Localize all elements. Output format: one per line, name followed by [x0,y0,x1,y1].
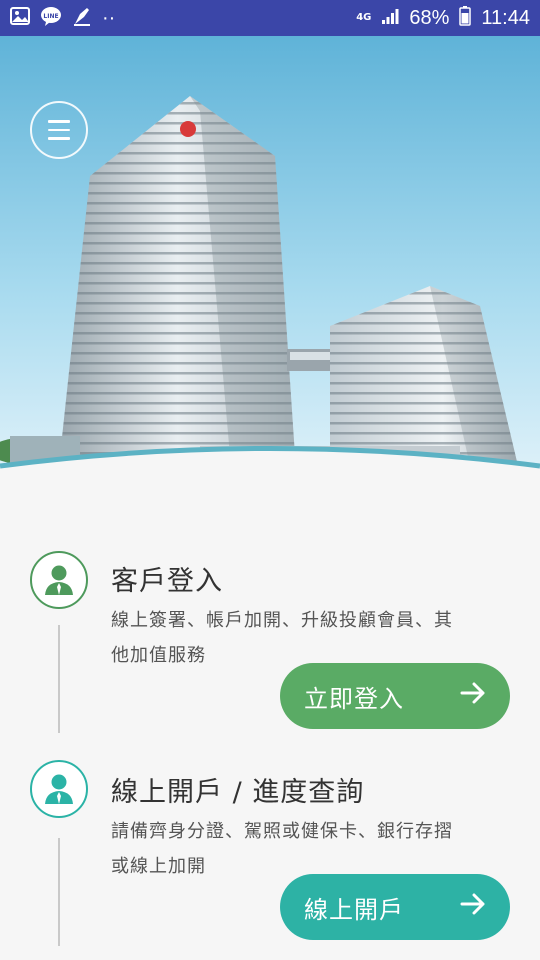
pen-nib-icon [72,6,92,30]
status-bar-right: 4G 68% 11:44 [356,6,530,30]
hero-banner [0,36,540,506]
login-button-label: 立即登入 [304,684,404,713]
open-account-button-label: 線上開戶 [304,895,404,924]
person-icon [30,551,88,609]
svg-text:LINE: LINE [43,13,58,20]
login-button[interactable]: 立即登入 [280,663,510,729]
status-bar-left: LINE ·· [10,6,115,30]
clock: 11:44 [481,6,530,29]
open-account-button[interactable]: 線上開戶 [280,874,510,940]
battery-percent: 68% [409,6,450,29]
hamburger-menu-icon[interactable] [30,101,88,159]
timeline-divider [58,625,60,733]
arrow-right-icon [460,682,486,710]
building-illustration [0,36,540,506]
person-icon [30,760,88,818]
arrow-right-icon [460,893,486,921]
signal-icon [381,7,399,29]
timeline-divider [58,838,60,946]
section-title: 線上開戶 / 進度查詢 [111,777,365,808]
more-dots-icon: ·· [102,6,116,29]
battery-icon [459,6,472,30]
line-app-icon: LINE [40,6,62,30]
status-bar: LINE ·· 4G 68% 11:44 [0,0,540,36]
section-title: 客戶登入 [111,566,223,597]
network-type: 4G [356,12,372,23]
image-icon [10,7,30,29]
